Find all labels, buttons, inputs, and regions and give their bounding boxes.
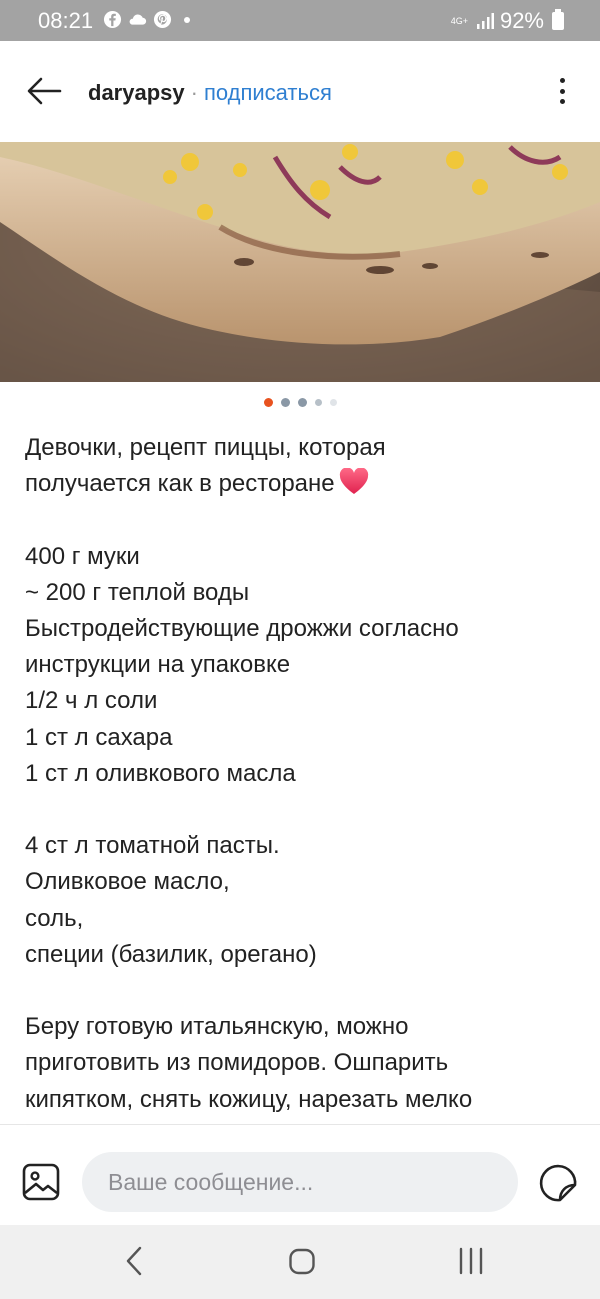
pinterest-icon bbox=[153, 10, 172, 29]
carousel-dot bbox=[297, 398, 307, 407]
text-line: 1 ст л оливкового масла bbox=[25, 759, 296, 787]
message-composer bbox=[0, 1124, 600, 1225]
subscribe-link[interactable]: подписаться bbox=[204, 80, 332, 106]
status-time: 08:21 bbox=[38, 8, 94, 33]
nav-home-button[interactable] bbox=[288, 1243, 316, 1279]
cloud-icon bbox=[129, 14, 147, 25]
text-line: приготовить из помидоров. Ошпарить bbox=[25, 1049, 449, 1077]
more-vertical-icon-dot bbox=[559, 99, 565, 104]
text-line: 4 ст л томатной пасты. bbox=[25, 832, 280, 860]
carousel-dot bbox=[280, 398, 290, 407]
pizza-photo bbox=[0, 142, 600, 382]
author-line: daryapsy · подписаться bbox=[88, 80, 332, 106]
attach-image-button[interactable] bbox=[22, 1163, 60, 1201]
text-line: получается как в ресторане bbox=[25, 466, 585, 502]
system-status: 4G+ 92% bbox=[451, 8, 564, 34]
signal-icon bbox=[476, 13, 494, 29]
carousel-dot-active bbox=[263, 398, 273, 407]
back-nav-icon bbox=[126, 1246, 142, 1276]
sticker-icon bbox=[539, 1164, 577, 1202]
arrow-left-icon bbox=[27, 77, 62, 105]
recents-nav-icon bbox=[459, 1247, 483, 1275]
image-icon bbox=[22, 1163, 60, 1201]
text-line: 1 ст л сахара bbox=[25, 723, 173, 751]
status-bar: 08:21 4G+ 92% bbox=[0, 0, 600, 41]
heart-emoji-icon bbox=[339, 468, 368, 495]
post-photo[interactable] bbox=[0, 142, 600, 382]
text-line: инструкции на упаковке bbox=[25, 651, 291, 679]
message-input[interactable] bbox=[82, 1152, 518, 1212]
text-line: Быстродействующие дрожжи согласно bbox=[25, 615, 459, 642]
text-line: 1/2 ч л соли bbox=[25, 687, 158, 715]
notification-icons bbox=[103, 10, 190, 29]
text-line: 400 г муки bbox=[25, 542, 140, 570]
text-line: Оливковое масло, bbox=[25, 868, 230, 896]
author-username[interactable]: daryapsy bbox=[88, 80, 185, 106]
post-header: daryapsy · подписаться bbox=[0, 41, 600, 142]
post-text: Девочки, рецепт пиццы, которая получаетс… bbox=[25, 430, 585, 1123]
facebook-icon bbox=[103, 10, 122, 29]
text-line: специи (базилик, орегано) bbox=[25, 940, 317, 968]
text-line-content: получается как в ресторане bbox=[25, 470, 335, 498]
battery-icon bbox=[552, 9, 564, 30]
separator-dot: · bbox=[190, 80, 198, 105]
carousel-indicator bbox=[0, 398, 600, 407]
dot-icon bbox=[184, 16, 190, 23]
nav-back-button[interactable] bbox=[122, 1243, 146, 1279]
nav-recents-button[interactable] bbox=[456, 1243, 486, 1279]
carousel-dot bbox=[314, 399, 322, 406]
sticker-button[interactable] bbox=[538, 1163, 578, 1203]
text-line: Девочки, рецепт пиццы, которая bbox=[25, 434, 386, 461]
home-nav-icon bbox=[289, 1248, 315, 1275]
text-line: кипятком, снять кожицу, нарезать мелко bbox=[25, 1085, 473, 1113]
system-navigation-bar bbox=[0, 1225, 600, 1299]
text-line: соль, bbox=[25, 904, 84, 932]
more-vertical-icon-dot bbox=[559, 88, 565, 94]
more-options-button[interactable] bbox=[548, 76, 576, 106]
text-line: ~ 200 г теплой воды bbox=[25, 578, 250, 606]
carousel-dot bbox=[329, 399, 337, 406]
network-type: 4G+ bbox=[450, 15, 468, 26]
battery-percent: 92% bbox=[499, 8, 544, 33]
text-line: Беру готовую итальянскую, можно bbox=[25, 1013, 409, 1041]
back-button[interactable] bbox=[24, 73, 64, 109]
more-vertical-icon bbox=[559, 78, 565, 83]
